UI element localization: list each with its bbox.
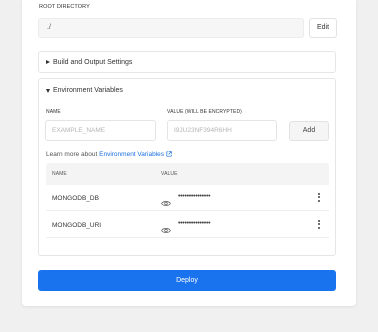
env-name-label: NAME	[46, 109, 61, 115]
build-settings-label: Build and Output Settings	[53, 59, 133, 66]
env-row-value: •••••••••••••••	[178, 193, 211, 200]
env-table: NAME VALUE MONGODB_DB ••••••••••••••• MO…	[46, 163, 329, 253]
env-variables-title[interactable]: Environment Variables	[53, 87, 123, 94]
eye-icon[interactable]	[161, 194, 171, 212]
env-name-input[interactable]: EXAMPLE_NAME	[45, 120, 156, 141]
env-row-value: •••••••••••••••	[178, 220, 211, 227]
col-value-header: VALUE	[161, 171, 178, 177]
env-variables-panel: Environment Variables NAME VALUE (WILL B…	[38, 78, 336, 256]
learn-more-text: Learn more about Environment Variables	[46, 151, 172, 159]
more-vertical-icon[interactable]	[316, 220, 322, 230]
edit-root-button[interactable]: Edit	[309, 18, 337, 38]
eye-icon[interactable]	[161, 221, 171, 239]
env-value-label: VALUE (WILL BE ENCRYPTED)	[167, 109, 242, 115]
external-link-icon[interactable]	[166, 151, 172, 159]
table-row: MONGODB_URI •••••••••••••••	[46, 212, 329, 238]
env-row-name: MONGODB_URI	[52, 222, 102, 229]
table-row: MONGODB_DB •••••••••••••••	[46, 185, 329, 211]
env-table-header: NAME VALUE	[46, 163, 329, 185]
root-directory-label: ROOT DIRECTORY	[39, 4, 90, 10]
col-name-header: NAME	[52, 171, 67, 177]
root-directory-input[interactable]: ./	[38, 18, 304, 38]
build-settings-toggle[interactable]: Build and Output Settings	[38, 51, 336, 73]
deploy-button[interactable]: Deploy	[38, 270, 336, 291]
more-vertical-icon[interactable]	[316, 193, 322, 203]
learn-more-prefix: Learn more about	[46, 151, 98, 158]
add-env-button[interactable]: Add	[289, 121, 329, 141]
env-value-input[interactable]: I9JU23NF394R6HH	[167, 120, 277, 141]
caret-right-icon	[46, 60, 50, 64]
env-docs-link[interactable]: Environment Variables	[99, 151, 164, 158]
env-row-name: MONGODB_DB	[52, 195, 99, 202]
caret-down-icon[interactable]	[46, 89, 50, 93]
